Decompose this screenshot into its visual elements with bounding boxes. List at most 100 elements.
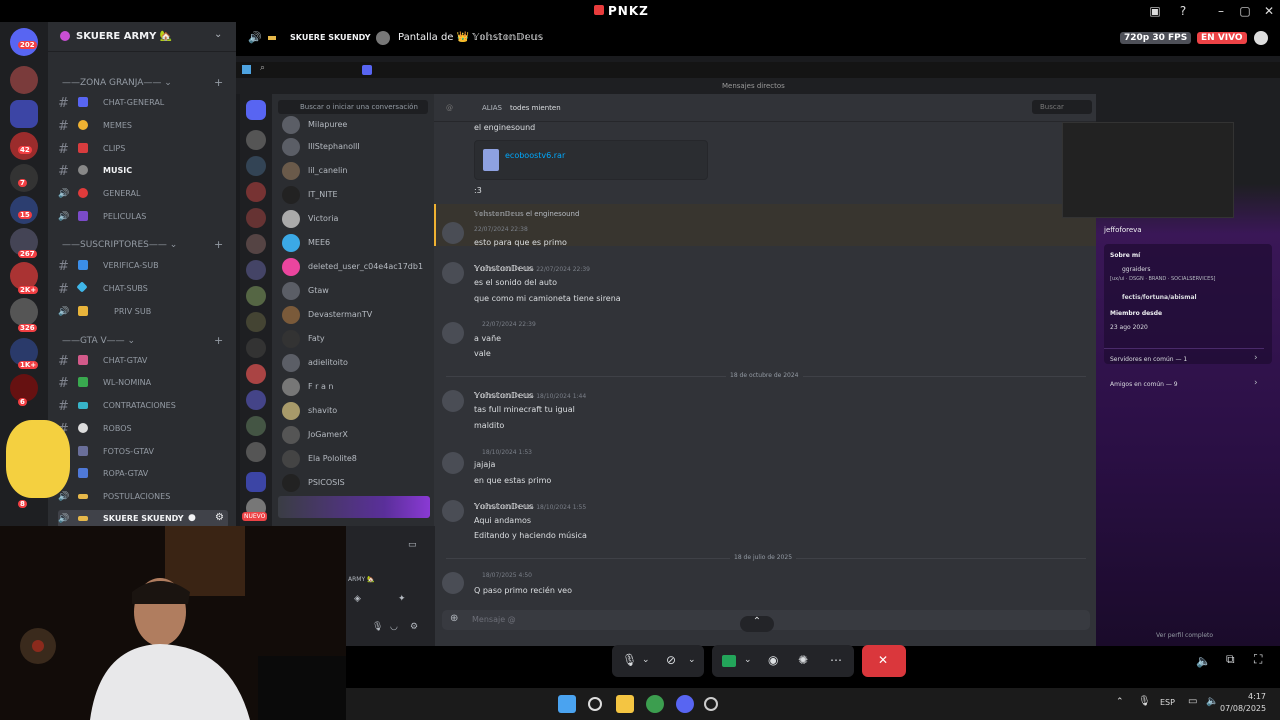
text-channel-icon: #	[58, 164, 69, 179]
chat-toggle-icon[interactable]	[1254, 31, 1268, 45]
channel-fotos-gtav[interactable]: #FOTOS-GTAV	[58, 443, 228, 461]
category-zona-granja[interactable]: ——ZONA GRANJA—— ⌄	[62, 78, 172, 88]
disconnect-button[interactable]: ✕	[862, 645, 906, 677]
volume-icon[interactable]: 🔈	[1196, 654, 1211, 668]
clock-time[interactable]: 4:17	[1234, 692, 1266, 701]
chevron-down-icon[interactable]: ⌄	[642, 655, 650, 665]
close-button[interactable]: ✕	[1260, 3, 1278, 19]
shared-taskbar-strip: ⌕	[236, 62, 1280, 78]
category-gta-v[interactable]: ——GTA V—— ⌄	[62, 336, 135, 346]
mention-badge: 202	[18, 41, 37, 49]
chrome-icon[interactable]	[646, 695, 664, 713]
channel-music[interactable]: # MUSIC	[58, 162, 228, 180]
message-text: es el sonido del auto	[474, 278, 557, 287]
channel-wl-nomina[interactable]: # WL-NOMINA	[58, 374, 228, 392]
server-folder-icon	[246, 472, 266, 492]
network-icon[interactable]: ▭	[1188, 696, 1197, 707]
window-titlebar: PNKZ ▣ ? – ▢ ✕	[0, 0, 1280, 22]
live-badge: EN VIVO	[1197, 32, 1247, 44]
channel-chat-gtav[interactable]: # CHAT-GTAV	[58, 352, 228, 370]
file-attachment: ecoboostv6.rar	[474, 140, 708, 180]
text-channel-icon: #	[58, 142, 69, 157]
channel-robos[interactable]: #ROBOS	[58, 420, 228, 438]
channel-general[interactable]: 🔊 GENERAL	[58, 185, 228, 203]
channel-clips[interactable]: # CLIPS	[58, 140, 228, 158]
profile-name: jeffoforeva	[1104, 226, 1142, 234]
mic-camera-group: 🎙 ⌄ ⊘ ⌄	[612, 645, 704, 677]
add-channel-icon[interactable]: +	[214, 238, 223, 251]
soundboard-icon[interactable]: ✦	[398, 594, 406, 604]
language-indicator[interactable]: ESP	[1160, 698, 1175, 707]
alias-label: ALIAS	[482, 104, 502, 112]
sticker-overlay	[6, 420, 70, 498]
activity-icon[interactable]: ◈	[354, 594, 361, 604]
app-logo-icon	[594, 5, 604, 15]
mention-badge: 15	[18, 211, 32, 219]
expand-participants-button[interactable]: ⌃	[740, 616, 774, 632]
chevron-down-icon[interactable]: ⌄	[688, 655, 696, 665]
channel-chat-general[interactable]: # CHAT-GENERAL	[58, 94, 228, 112]
channel-priv-sub[interactable]: 🔊 PRIV SUB	[58, 303, 228, 321]
headphones-icon	[78, 165, 88, 175]
fullscreen-icon[interactable]: ⛶	[1254, 652, 1262, 667]
dm-item: IT_NITE	[282, 184, 432, 206]
mic-tray-icon[interactable]: 🎙	[1138, 696, 1151, 707]
quality-badge: 720p 30 FPS	[1120, 32, 1192, 44]
channel-chat-subs[interactable]: # CHAT-SUBS	[58, 280, 228, 298]
search-icon[interactable]	[588, 697, 602, 711]
add-attachment-icon: ⊕	[450, 613, 459, 624]
screen-icon[interactable]: ▭	[408, 540, 417, 550]
channel-postulaciones[interactable]: 🔊 POSTULACIONES	[58, 488, 228, 506]
headphones-icon[interactable]: ◡	[390, 622, 398, 632]
channel-peliculas[interactable]: 🔊 PELICULAS	[58, 208, 228, 226]
message-text: a vañe	[474, 334, 502, 343]
message-text: Q paso primo recién veo	[474, 586, 572, 595]
dm-item: adielitoito	[282, 352, 432, 374]
channel-ropa-gtav[interactable]: #ROPA-GTAV	[58, 465, 228, 483]
date-divider: 18 de julio de 2025	[730, 554, 797, 561]
add-channel-icon[interactable]: +	[214, 334, 223, 347]
popout-icon[interactable]: ⧉	[1226, 652, 1235, 667]
discord-taskbar-icon[interactable]	[676, 695, 694, 713]
chevron-down-icon[interactable]: ⌄	[744, 655, 752, 665]
help-icon[interactable]: ?	[1174, 3, 1192, 19]
category-suscriptores[interactable]: ——SUSCRIPTORES—— ⌄	[62, 240, 177, 250]
app-icon[interactable]	[704, 697, 718, 711]
file-explorer-icon[interactable]	[616, 695, 634, 713]
text-channel-icon: #	[58, 282, 69, 297]
minimize-button[interactable]: –	[1212, 3, 1230, 19]
stream-title: Pantalla de 👑 𝕐𝕠𝕙𝕤𝕥𝕠𝕟𝔻𝕖𝕦𝕤	[398, 32, 544, 43]
chat-bubble-icon[interactable]: ●	[188, 513, 196, 523]
avatar	[442, 322, 464, 344]
dm-item-selected	[278, 496, 430, 518]
volume-tray-icon[interactable]: 🔈	[1206, 696, 1218, 707]
check-icon	[78, 260, 88, 270]
gear-icon[interactable]: ⚙	[215, 512, 224, 523]
clock-date[interactable]: 07/08/2025	[1220, 704, 1266, 713]
server-icon[interactable]	[10, 196, 38, 224]
server-folder-icon[interactable]	[10, 100, 38, 128]
channel-contrataciones[interactable]: # CONTRATACIONES	[58, 397, 228, 415]
activities-icon[interactable]: ◉	[768, 653, 778, 667]
add-channel-icon[interactable]: +	[214, 76, 223, 89]
maximize-button[interactable]: ▢	[1236, 3, 1254, 19]
skull-icon	[78, 423, 88, 433]
mic-icon[interactable]: 🎙	[622, 653, 637, 667]
avatar	[282, 116, 300, 134]
server-icon[interactable]	[10, 164, 38, 192]
server-icon[interactable]	[10, 66, 38, 94]
inbox-icon[interactable]: ▣	[1146, 3, 1164, 19]
gear-icon[interactable]: ⚙	[410, 622, 418, 632]
camera-off-icon[interactable]: ⊘	[666, 653, 676, 667]
tray-chevron-icon[interactable]: ⌃	[1116, 697, 1124, 707]
channel-memes[interactable]: # MEMES	[58, 117, 228, 135]
preview-thumbnail	[1062, 122, 1234, 218]
channel-verifica-sub[interactable]: # VERIFICA-SUB	[58, 257, 228, 275]
mic-icon[interactable]: 🎙	[372, 622, 383, 632]
server-header[interactable]: SKUERE ARMY 🏡 ⌄	[48, 22, 236, 52]
server-icon[interactable]	[10, 298, 38, 326]
more-icon[interactable]: ⋯	[830, 653, 842, 667]
screen-share-icon[interactable]	[722, 655, 736, 667]
soundboard-icon[interactable]: ✺	[798, 653, 808, 667]
windows-start-icon[interactable]	[558, 695, 576, 713]
